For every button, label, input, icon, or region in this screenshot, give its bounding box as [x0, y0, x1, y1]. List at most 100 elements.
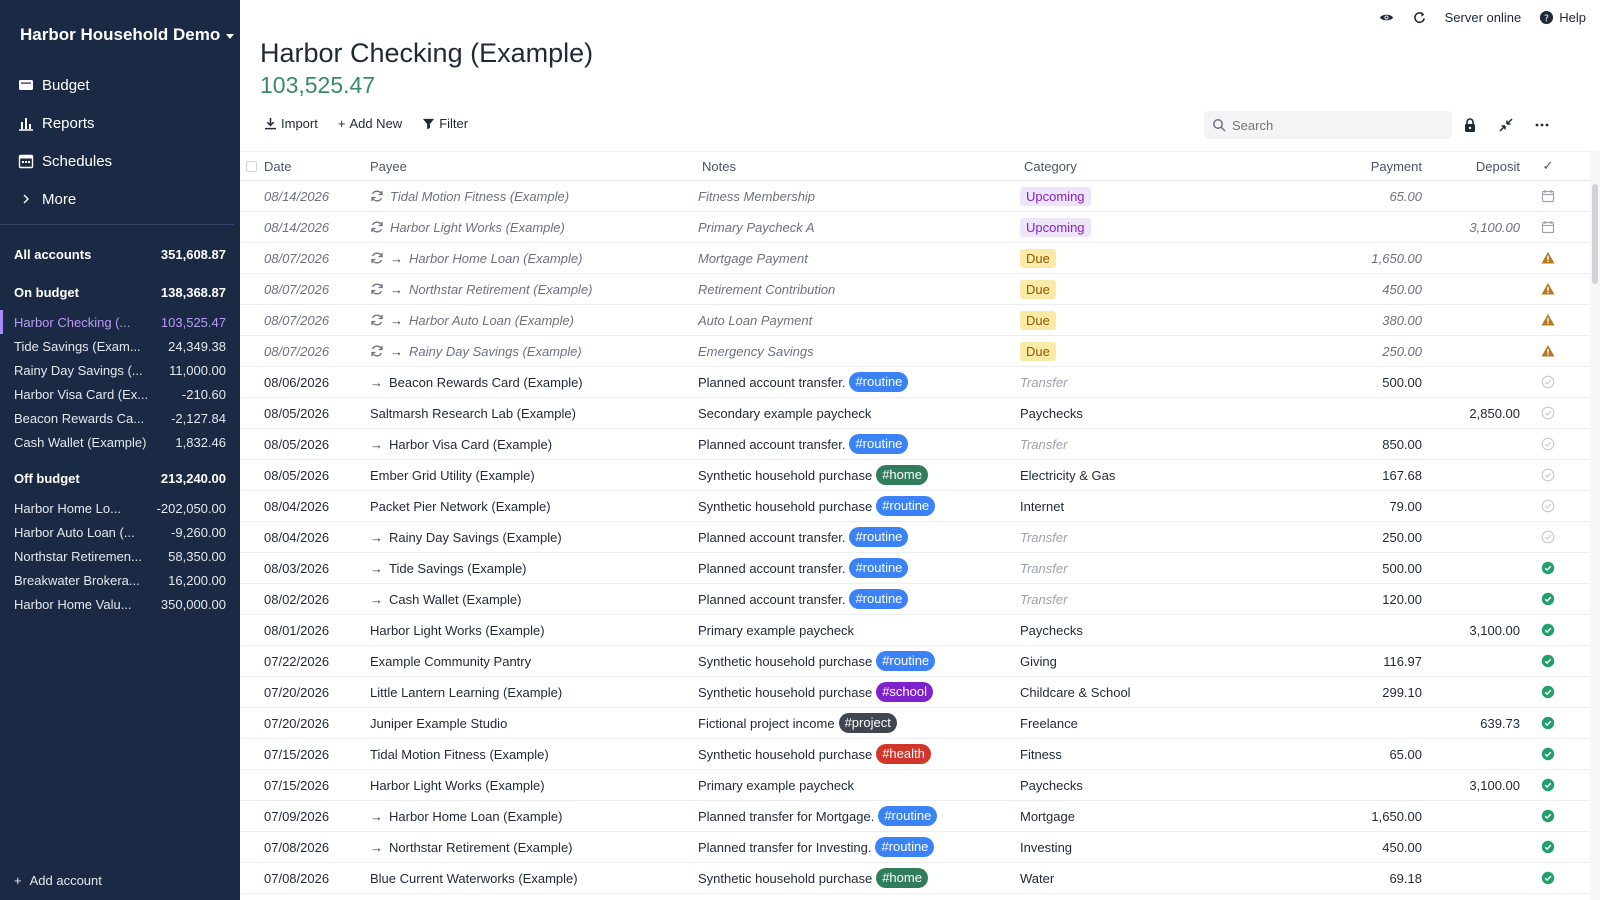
tag-pill[interactable]: #routine	[849, 527, 909, 547]
cleared-cell[interactable]	[1520, 282, 1576, 296]
cleared-cell[interactable]	[1520, 406, 1576, 420]
more-horizontal-icon[interactable]	[1534, 117, 1550, 133]
cleared-check-icon[interactable]	[1541, 654, 1555, 668]
tag-pill[interactable]: #routine	[876, 496, 936, 516]
category-cell[interactable]: Paychecks	[1020, 623, 1260, 638]
tag-pill[interactable]: #routine	[875, 837, 935, 857]
tag-pill[interactable]: #school	[876, 682, 933, 702]
add-new-button[interactable]: + Add New	[338, 116, 402, 131]
on-budget-row[interactable]: On budget 138,368.87	[14, 280, 226, 304]
cleared-check-icon[interactable]	[1541, 778, 1555, 792]
uncleared-check-icon[interactable]	[1541, 499, 1555, 513]
transaction-row[interactable]: 08/04/2026 Packet Pier Network (Example) S…	[240, 491, 1592, 522]
deposit-cell[interactable]: 639.73	[1422, 716, 1520, 731]
cleared-check-icon[interactable]	[1541, 809, 1555, 823]
transaction-row[interactable]: 07/15/2026 Tidal Motion Fitness (Example)…	[240, 739, 1592, 770]
transaction-row[interactable]: 07/22/2026 Example Community Pantry Synthe…	[240, 646, 1592, 677]
transaction-row[interactable]: 07/20/2026 Little Lantern Learning (Examp…	[240, 677, 1592, 708]
notes-cell[interactable]: Planned account transfer. #routine	[698, 434, 1020, 454]
transaction-row[interactable]: 08/02/2026 → Cash Wallet (Example) Planned …	[240, 584, 1592, 615]
tag-pill[interactable]: #project	[838, 713, 897, 733]
notes-cell[interactable]: Synthetic household purchase #routine	[698, 651, 1020, 671]
server-status[interactable]: Server online	[1445, 10, 1522, 25]
all-accounts-row[interactable]: All accounts 351,608.87	[14, 242, 226, 266]
tag-pill[interactable]: #home	[876, 868, 928, 888]
cleared-check-icon[interactable]	[1541, 747, 1555, 761]
payment-cell[interactable]: 450.00	[1260, 840, 1422, 855]
search-box[interactable]	[1204, 111, 1452, 139]
notes-cell[interactable]: Planned account transfer. #routine	[698, 558, 1020, 578]
notes-cell[interactable]: Secondary example paycheck	[698, 406, 1020, 421]
cleared-cell[interactable]	[1520, 561, 1576, 575]
cleared-check-icon[interactable]	[1541, 561, 1555, 575]
payment-cell[interactable]: 1,650.00	[1260, 809, 1422, 824]
tag-pill[interactable]: #routine	[849, 434, 909, 454]
category-cell[interactable]: Investing	[1020, 840, 1260, 855]
payee-cell[interactable]: → Northstar Retirement (Example)	[370, 282, 698, 297]
date-cell[interactable]: 07/08/2026	[260, 840, 370, 855]
payee-cell[interactable]: → Northstar Retirement (Example)	[370, 840, 698, 855]
col-cleared[interactable]: ✓	[1520, 158, 1576, 174]
payment-cell[interactable]: 65.00	[1260, 747, 1422, 762]
payee-cell[interactable]: Example Community Pantry	[370, 654, 698, 669]
transaction-row[interactable]: 07/09/2026 → Harbor Home Loan (Example) Pla…	[240, 801, 1592, 832]
cleared-cell[interactable]	[1520, 809, 1576, 823]
payment-cell[interactable]: 1,650.00	[1260, 251, 1422, 266]
notes-cell[interactable]: Synthetic household purchase #school	[698, 682, 1020, 702]
category-cell[interactable]: Upcoming	[1020, 217, 1260, 237]
sidebar-account[interactable]: Harbor Visa Card (Ex... -210.60	[14, 382, 226, 406]
category-cell[interactable]: Due	[1020, 279, 1260, 299]
calendar-icon[interactable]	[1541, 189, 1555, 203]
uncleared-check-icon[interactable]	[1541, 437, 1555, 451]
payee-cell[interactable]: → Harbor Home Loan (Example)	[370, 251, 698, 266]
date-cell[interactable]: 08/05/2026	[260, 437, 370, 452]
payee-cell[interactable]: Ember Grid Utility (Example)	[370, 468, 698, 483]
calendar-icon[interactable]	[1541, 220, 1555, 234]
notes-cell[interactable]: Auto Loan Payment	[698, 313, 1020, 328]
sidebar-account[interactable]: Cash Wallet (Example) 1,832.46	[14, 430, 226, 454]
transaction-row[interactable]: 08/05/2026 → Harbor Visa Card (Example) Pla…	[240, 429, 1592, 460]
cleared-cell[interactable]	[1520, 685, 1576, 699]
import-button[interactable]: Import	[264, 116, 318, 131]
sidebar-account[interactable]: Harbor Home Lo... -202,050.00	[14, 496, 226, 520]
date-cell[interactable]: 08/06/2026	[260, 375, 370, 390]
payee-cell[interactable]: → Beacon Rewards Card (Example)	[370, 375, 698, 390]
cleared-cell[interactable]	[1520, 344, 1576, 358]
transaction-row[interactable]: 08/06/2026 → Beacon Rewards Card (Example)…	[240, 367, 1592, 398]
col-notes[interactable]: Notes	[698, 159, 1020, 174]
nav-budget[interactable]: Budget	[18, 66, 112, 104]
uncleared-check-icon[interactable]	[1541, 406, 1555, 420]
col-date[interactable]: Date	[260, 159, 370, 174]
transaction-row[interactable]: 08/07/2026 → Harbor Auto Loan (Example) Aut…	[240, 305, 1592, 336]
payment-cell[interactable]: 69.18	[1260, 871, 1422, 886]
notes-cell[interactable]: Fictional project income #project	[698, 713, 1020, 733]
cleared-check-icon[interactable]	[1541, 716, 1555, 730]
col-category[interactable]: Category	[1020, 159, 1260, 174]
payee-cell[interactable]: Tidal Motion Fitness (Example)	[370, 189, 698, 204]
notes-cell[interactable]: Synthetic household purchase #home	[698, 868, 1020, 888]
uncleared-check-icon[interactable]	[1541, 375, 1555, 389]
cleared-cell[interactable]	[1520, 468, 1576, 482]
date-cell[interactable]: 08/07/2026	[260, 344, 370, 359]
transaction-row[interactable]: 08/05/2026 Ember Grid Utility (Example) Sy…	[240, 460, 1592, 491]
budget-switcher[interactable]: Harbor Household Demo	[20, 25, 235, 45]
nav-schedules[interactable]: Schedules	[18, 142, 112, 180]
uncleared-check-icon[interactable]	[1541, 530, 1555, 544]
date-cell[interactable]: 08/14/2026	[260, 189, 370, 204]
tag-pill[interactable]: #routine	[849, 372, 909, 392]
sync-button[interactable]	[1412, 10, 1427, 25]
notes-cell[interactable]: Synthetic household purchase #home	[698, 465, 1020, 485]
deposit-cell[interactable]: 3,100.00	[1422, 778, 1520, 793]
tag-pill[interactable]: #home	[876, 465, 928, 485]
date-cell[interactable]: 08/07/2026	[260, 251, 370, 266]
select-all-checkbox[interactable]	[246, 160, 257, 172]
cleared-cell[interactable]	[1520, 220, 1576, 234]
account-balance[interactable]: 103,525.47	[260, 72, 375, 99]
date-cell[interactable]: 07/15/2026	[260, 747, 370, 762]
payee-cell[interactable]: → Harbor Auto Loan (Example)	[370, 313, 698, 328]
payee-cell[interactable]: Harbor Light Works (Example)	[370, 623, 698, 638]
payment-cell[interactable]: 380.00	[1260, 313, 1422, 328]
account-title[interactable]: Harbor Checking (Example)	[260, 38, 593, 69]
col-payment[interactable]: Payment	[1260, 159, 1422, 174]
category-cell[interactable]: Transfer	[1020, 530, 1260, 545]
